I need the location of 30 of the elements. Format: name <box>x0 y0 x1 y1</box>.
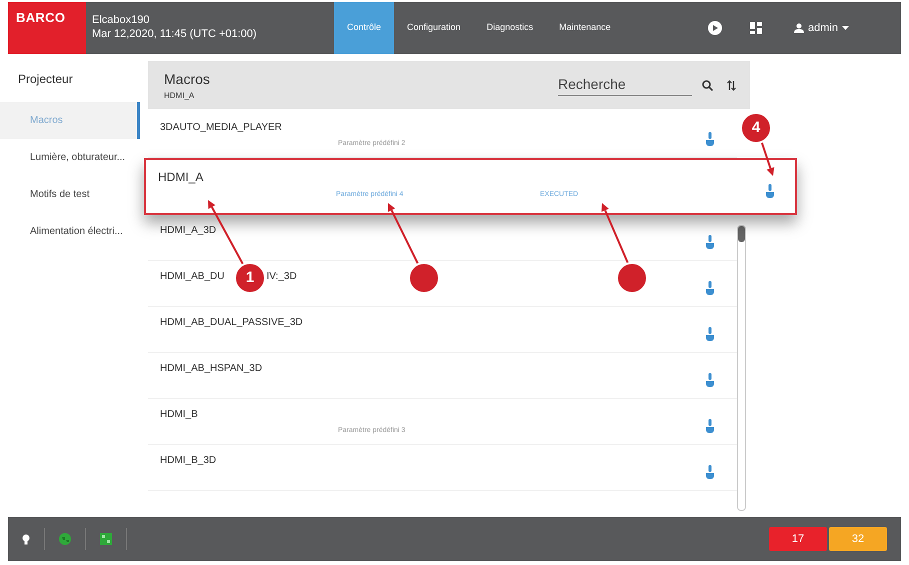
macro-name: HDMI_AB_DUAL_PASSIVE_3D <box>160 316 303 330</box>
macro-name: IV:_3D <box>266 270 297 284</box>
callout-marker: 4 <box>740 112 772 144</box>
nav-tab[interactable]: Maintenance <box>546 2 624 54</box>
nav-tab[interactable]: Diagnostics <box>474 2 546 54</box>
device-name: Elcabox190 <box>92 14 150 28</box>
user-menu[interactable]: admin <box>794 20 849 36</box>
macro-row[interactable]: HDMI_AB_DUAL_PASSIVE_3D <box>148 307 737 353</box>
date-time: Mar 12,2020, 11:45 (UTC +01:00) <box>92 28 258 42</box>
macro-name: HDMI_AB_HSPAN_3D <box>160 362 262 376</box>
sidebar-item[interactable]: Motifs de test <box>0 176 140 213</box>
sidebar-item[interactable]: Lumière, obturateur... <box>0 139 140 176</box>
macro-name: HDMI_B_3D <box>160 454 216 468</box>
logo: BARCO <box>8 2 86 54</box>
panel-subtitle: HDMI_A <box>164 90 196 102</box>
macro-name: HDMI_AB_DU <box>160 270 224 284</box>
panel-title: Macros <box>164 70 211 88</box>
macro-name: HDMI_A_3D <box>160 224 216 238</box>
callout-marker: 1 <box>234 262 266 294</box>
macro-row[interactable]: HDMI_B_3D <box>148 445 737 491</box>
nav-tab[interactable]: Configuration <box>394 2 474 54</box>
alert-count-badge[interactable]: 17 <box>769 527 827 551</box>
sidebar-title: Projecteur <box>17 71 74 88</box>
macro-row[interactable]: HDMI_AB_HSPAN_3D <box>148 353 737 399</box>
search-field[interactable]: Recherche <box>558 74 692 96</box>
macro-name: HDMI_B <box>160 408 198 422</box>
sidebar-item[interactable]: Alimentation électri... <box>0 213 140 250</box>
macro-row[interactable]: HDMI_A_3D <box>148 215 737 261</box>
macro-name: HDMI_A <box>158 169 204 186</box>
macro-name: 3DAUTO_MEDIA_PLAYER <box>160 121 282 135</box>
